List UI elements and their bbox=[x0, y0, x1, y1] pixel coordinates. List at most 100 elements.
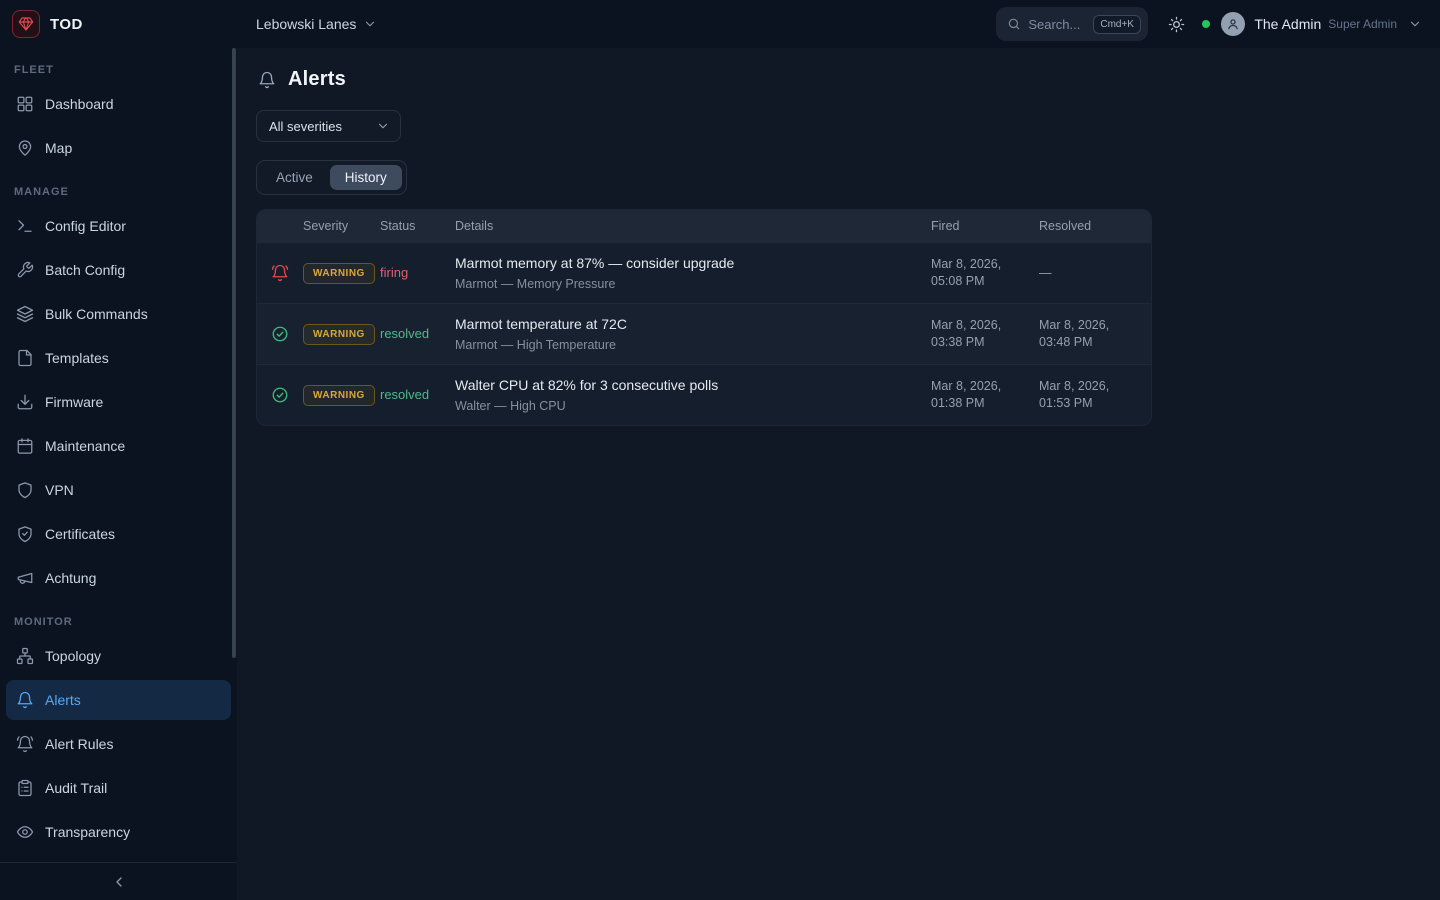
sidebar-item-config-editor[interactable]: Config Editor bbox=[6, 206, 231, 246]
sidebar-item-label: Alerts bbox=[45, 692, 81, 708]
sidebar-item-audit-trail[interactable]: Audit Trail bbox=[6, 768, 231, 808]
bell-icon bbox=[258, 71, 276, 89]
tab-active[interactable]: Active bbox=[261, 165, 328, 190]
search-icon bbox=[1007, 17, 1021, 31]
eye-icon bbox=[16, 823, 34, 841]
sidebar-item-label: Dashboard bbox=[45, 96, 114, 112]
sidebar-item-alert-rules[interactable]: Alert Rules bbox=[6, 724, 231, 764]
bell-icon bbox=[16, 691, 34, 709]
bell-ring-icon bbox=[16, 735, 34, 753]
megaphone-icon bbox=[16, 569, 34, 587]
chevron-down-icon bbox=[376, 119, 390, 133]
sidebar-item-topology[interactable]: Topology bbox=[6, 636, 231, 676]
calendar-icon bbox=[16, 437, 34, 455]
sidebar-item-label: Config Editor bbox=[45, 218, 126, 234]
severity-filter-select[interactable]: All severities bbox=[256, 110, 401, 142]
severity-badge: WARNING bbox=[303, 324, 375, 345]
alert-subtitle: Marmot — Memory Pressure bbox=[455, 277, 917, 291]
alert-subtitle: Walter — High CPU bbox=[455, 399, 917, 413]
alert-title: Marmot memory at 87% — consider upgrade bbox=[455, 255, 917, 271]
terminal-icon bbox=[16, 217, 34, 235]
severity-badge: WARNING bbox=[303, 385, 375, 406]
fired-at: Mar 8, 2026, 01:38 PM bbox=[931, 378, 1039, 412]
alert-title: Marmot temperature at 72C bbox=[455, 316, 917, 332]
download-icon bbox=[16, 393, 34, 411]
sidebar-item-label: Topology bbox=[45, 648, 101, 664]
gem-icon bbox=[18, 16, 34, 32]
sidebar-item-vpn[interactable]: VPN bbox=[6, 470, 231, 510]
brand-area: TOD bbox=[0, 10, 237, 38]
sidebar-item-label: Achtung bbox=[45, 570, 96, 586]
theme-toggle-button[interactable] bbox=[1168, 16, 1185, 33]
sidebar-item-label: Audit Trail bbox=[45, 780, 107, 796]
network-icon bbox=[16, 647, 34, 665]
user-menu[interactable]: The Admin Super Admin bbox=[1254, 16, 1422, 32]
sidebar-scrollbar[interactable] bbox=[232, 48, 236, 658]
page-title: Alerts bbox=[288, 68, 346, 91]
clipboard-list-icon bbox=[16, 779, 34, 797]
sidebar-item-map[interactable]: Map bbox=[6, 128, 231, 168]
col-details: Details bbox=[455, 219, 931, 233]
sidebar-item-batch-config[interactable]: Batch Config bbox=[6, 250, 231, 290]
main-content: Alerts All severities Active History Sev… bbox=[237, 48, 1440, 900]
sidebar-collapse-button[interactable] bbox=[0, 862, 237, 900]
col-status: Status bbox=[380, 219, 455, 233]
sidebar-item-firmware[interactable]: Firmware bbox=[6, 382, 231, 422]
section-label-manage: MANAGE bbox=[6, 172, 231, 206]
sidebar-item-label: Templates bbox=[45, 350, 109, 366]
chevron-down-icon bbox=[1408, 17, 1422, 31]
severity-badge: WARNING bbox=[303, 263, 375, 284]
avatar[interactable] bbox=[1221, 12, 1245, 36]
sidebar-item-label: VPN bbox=[45, 482, 74, 498]
sidebar-item-templates[interactable]: Templates bbox=[6, 338, 231, 378]
section-label-monitor: MONITOR bbox=[6, 602, 231, 636]
sun-icon bbox=[1168, 16, 1185, 33]
sidebar-item-achtung[interactable]: Achtung bbox=[6, 558, 231, 598]
sidebar-item-label: Map bbox=[45, 140, 72, 156]
global-search[interactable]: Cmd+K bbox=[996, 7, 1148, 41]
brand-name: TOD bbox=[50, 16, 83, 33]
alert-title: Walter CPU at 82% for 3 consecutive poll… bbox=[455, 377, 917, 393]
search-shortcut-badge: Cmd+K bbox=[1093, 15, 1141, 34]
resolved-at: Mar 8, 2026, 01:53 PM bbox=[1039, 378, 1151, 412]
alert-row[interactable]: WARNING firing Marmot memory at 87% — co… bbox=[257, 242, 1151, 303]
search-input[interactable] bbox=[1028, 17, 1086, 32]
check-circle-icon bbox=[271, 325, 289, 343]
online-status-dot bbox=[1202, 20, 1210, 28]
sidebar: FLEET Dashboard Map MANAGE Config Editor… bbox=[0, 48, 237, 900]
alert-row[interactable]: WARNING resolved Walter CPU at 82% for 3… bbox=[257, 364, 1151, 425]
layers-icon bbox=[16, 305, 34, 323]
wrench-icon bbox=[16, 261, 34, 279]
fired-at: Mar 8, 2026, 05:08 PM bbox=[931, 256, 1039, 290]
status-text: resolved bbox=[380, 326, 429, 341]
resolved-at: — bbox=[1039, 265, 1151, 282]
topbar: TOD Lebowski Lanes Cmd+K The Admin bbox=[0, 0, 1440, 48]
sidebar-item-transparency[interactable]: Transparency bbox=[6, 812, 231, 852]
user-icon bbox=[1226, 17, 1240, 31]
file-icon bbox=[16, 349, 34, 367]
col-severity: Severity bbox=[303, 219, 380, 233]
col-resolved: Resolved bbox=[1039, 219, 1151, 233]
bell-alert-icon bbox=[271, 264, 289, 282]
check-circle-icon bbox=[271, 386, 289, 404]
sidebar-item-label: Transparency bbox=[45, 824, 130, 840]
sidebar-item-dashboard[interactable]: Dashboard bbox=[6, 84, 231, 124]
alert-row[interactable]: WARNING resolved Marmot temperature at 7… bbox=[257, 303, 1151, 364]
sidebar-item-alerts[interactable]: Alerts bbox=[6, 680, 231, 720]
shield-check-icon bbox=[16, 525, 34, 543]
alerts-tabs: Active History bbox=[256, 160, 407, 195]
status-text: resolved bbox=[380, 387, 429, 402]
page-header: Alerts bbox=[256, 68, 1440, 91]
severity-filter-value: All severities bbox=[269, 119, 342, 134]
chevron-left-icon bbox=[111, 874, 127, 890]
org-switcher[interactable]: Lebowski Lanes bbox=[256, 16, 377, 32]
tab-history[interactable]: History bbox=[330, 165, 402, 190]
org-name: Lebowski Lanes bbox=[256, 16, 356, 32]
user-role-badge: Super Admin bbox=[1328, 17, 1397, 31]
sidebar-item-bulk-commands[interactable]: Bulk Commands bbox=[6, 294, 231, 334]
sidebar-item-label: Alert Rules bbox=[45, 736, 113, 752]
chevron-down-icon bbox=[363, 17, 377, 31]
sidebar-item-certificates[interactable]: Certificates bbox=[6, 514, 231, 554]
shield-icon bbox=[16, 481, 34, 499]
sidebar-item-maintenance[interactable]: Maintenance bbox=[6, 426, 231, 466]
